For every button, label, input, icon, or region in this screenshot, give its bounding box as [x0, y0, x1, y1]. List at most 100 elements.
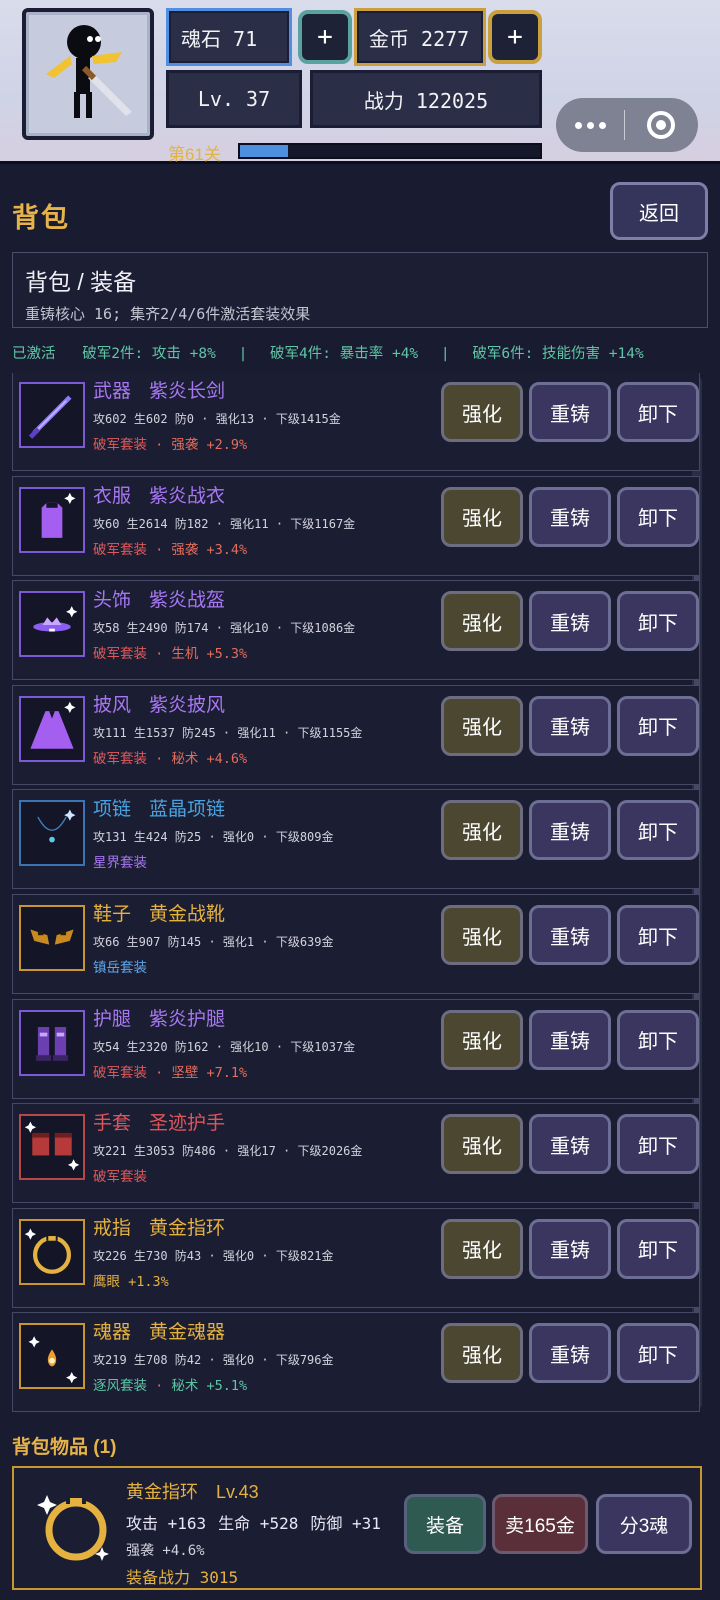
equipment-name: 紫炎战衣: [149, 485, 226, 507]
set-effect-2: 破军2件: 攻击 +8%: [82, 346, 216, 362]
unequip-button[interactable]: 卸下: [617, 382, 699, 442]
equipment-bonus: 坚壁 +7.1%: [171, 1064, 248, 1081]
necklace-icon: [19, 800, 85, 867]
avatar[interactable]: [22, 8, 154, 140]
equipment-stats: 攻219 生708 防42 · 强化0 · 下级796金: [93, 1353, 334, 1368]
enhance-button[interactable]: 强化: [441, 1323, 523, 1384]
unequip-button[interactable]: 卸下: [617, 1009, 699, 1070]
equipment-row[interactable]: 衣服 紫炎战衣攻60 生2614 防182 · 强化11 · 下级1167金破军套…: [12, 475, 700, 576]
stat-attack: 攻击 +163: [126, 1514, 207, 1533]
equipment-row[interactable]: 项链 蓝晶项链 攻131 生424 防25 · 强化0 · 下级809金 星界套装 强化…: [12, 789, 700, 890]
boots-icon: [19, 905, 85, 971]
inventory-title: 背包物品 (1): [12, 1437, 117, 1458]
add-soul-stone-button[interactable]: +: [298, 10, 352, 64]
unequip-button[interactable]: 卸下: [617, 486, 699, 547]
equipment-set: 破军套装: [93, 1064, 147, 1081]
enhance-button[interactable]: 强化: [441, 905, 523, 965]
reforge-button[interactable]: 重铸: [529, 382, 611, 442]
separator-dot: ·: [147, 1378, 172, 1395]
top-status-bar: 魂石 71 + 金币 2277 + Lv. 37 战力 122025 第61关: [0, 0, 720, 164]
equipment-row[interactable]: 护腿 紫炎护腿 攻54 生2320 防162 · 强化10 · 下级1037金 破军套…: [12, 998, 700, 1099]
gloves-icon: [19, 1114, 85, 1181]
leggings-icon: [19, 1009, 85, 1076]
equipment-bonus: 秘术 +5.1%: [171, 1378, 248, 1395]
equipment-slot: 衣服: [93, 485, 132, 507]
unequip-button[interactable]: 卸下: [617, 800, 699, 861]
unequip-button[interactable]: 卸下: [617, 1114, 699, 1175]
back-button[interactable]: 返回: [610, 182, 708, 240]
equipment-slot: 武器: [93, 381, 132, 402]
equipment-info: 鞋子 黄金战靴 攻66 生907 防145 · 强化1 · 下级639金 镇岳套装: [93, 899, 433, 976]
inventory-item-stats: 攻击 +163 生命 +528 防御 +31: [126, 1510, 393, 1534]
equipment-name-line: 项链 蓝晶项链: [93, 794, 433, 821]
equipment-name-line: 披风 紫炎披风: [93, 690, 433, 717]
reforge-button[interactable]: 重铸: [529, 905, 611, 965]
equipment-info: 衣服 紫炎战衣攻60 生2614 防182 · 强化11 · 下级1167金破军套…: [93, 481, 433, 558]
page-title: 背包: [12, 203, 70, 233]
active-label: 已激活: [12, 346, 56, 362]
set-effect-6: 破军6件: 技能伤害 +14%: [472, 346, 644, 362]
equipment-name-line: 护腿 紫炎护腿: [93, 1004, 433, 1031]
enhance-button[interactable]: 强化: [441, 695, 523, 756]
equipment-row[interactable]: 戒指 黄金指环 攻226 生730 防43 · 强化0 · 下级821金 鹰眼 +1.…: [12, 1207, 700, 1308]
inventory-item-name: 黄金指环: [126, 1482, 198, 1502]
equipment-name-line: 鞋子 黄金战靴: [93, 899, 433, 926]
reforge-button[interactable]: 重铸: [529, 1218, 611, 1279]
reforge-button[interactable]: 重铸: [529, 695, 611, 756]
equipment-row[interactable]: 手套 圣迹护手 攻221 生3053 防486 · 强化17 · 下级2026金 破军…: [12, 1103, 700, 1204]
equipment-slot: 手套: [93, 1113, 132, 1135]
soul-stone-label: 魂石 71: [181, 26, 258, 51]
reforge-button[interactable]: 重铸: [529, 800, 611, 861]
equipment-slot: 披风: [93, 694, 132, 716]
enhance-button[interactable]: 强化: [441, 1114, 523, 1175]
equipment-bonus: 生机 +5.3%: [171, 646, 248, 663]
inventory-item-card[interactable]: 黄金指环 Lv.43 攻击 +163 生命 +528 防御 +31 强袭 +4.6% …: [12, 1466, 702, 1590]
add-gold-button[interactable]: +: [488, 10, 542, 64]
equipment-bonus: 强袭 +2.9%: [171, 437, 248, 453]
unequip-button[interactable]: 卸下: [617, 905, 699, 965]
equipment-name-line: 戒指 黄金指环: [93, 1213, 433, 1240]
equipment-info: 披风 紫炎披风攻111 生1537 防245 · 强化11 · 下级1155金破军…: [93, 690, 433, 767]
equipment-row[interactable]: 鞋子 黄金战靴 攻66 生907 防145 · 强化1 · 下级639金 镇岳套装 强化…: [12, 894, 700, 994]
equipment-stats: 攻602 生602 防0 · 强化13 · 下级1415金: [93, 412, 341, 426]
soul-orb-icon: [19, 1323, 85, 1390]
reforge-button[interactable]: 重铸: [529, 1114, 611, 1175]
enhance-button[interactable]: 强化: [441, 1009, 523, 1070]
equipment-row[interactable]: 魂器 黄金魂器 攻219 生708 防42 · 强化0 · 下级796金 逐风套装 ·…: [12, 1312, 700, 1413]
enhance-button[interactable]: 强化: [441, 800, 523, 861]
unequip-button[interactable]: 卸下: [617, 591, 699, 652]
enhance-button[interactable]: 强化: [441, 591, 523, 652]
equipment-name: 紫炎长剑: [149, 381, 226, 402]
more-menu-icon[interactable]: [556, 121, 624, 129]
set-effect-4: 破军4件: 暴击率 +4%: [270, 346, 419, 362]
reforge-button[interactable]: 重铸: [529, 591, 611, 652]
enhance-button[interactable]: 强化: [441, 486, 523, 547]
equipment-row[interactable]: 头饰 紫炎战盔 攻58 生2490 防174 · 强化10 · 下级1086金 破军套…: [12, 580, 700, 681]
stickman-hero-icon: [46, 25, 132, 118]
decompose-button[interactable]: 分3魂: [596, 1494, 692, 1554]
equipment-stats: 攻221 生3053 防486 · 强化17 · 下级2026金: [93, 1144, 363, 1159]
equipment-stats: 攻60 生2614 防182 · 强化11 · 下级1167金: [93, 516, 356, 531]
reforge-button[interactable]: 重铸: [529, 1009, 611, 1070]
reforge-button[interactable]: 重铸: [529, 486, 611, 547]
equip-button[interactable]: 装备: [404, 1494, 486, 1554]
level-label: Lv. 37: [197, 87, 271, 111]
close-mini-program-icon[interactable]: [625, 111, 697, 139]
reforge-button[interactable]: 重铸: [529, 1323, 611, 1384]
enhance-button[interactable]: 强化: [441, 1218, 523, 1279]
unequip-button[interactable]: 卸下: [617, 695, 699, 756]
equipment-row[interactable]: 武器 紫炎长剑 攻602 生602 防0 · 强化13 · 下级1415金 破军套装 …: [12, 373, 700, 471]
sell-button[interactable]: 卖165金: [492, 1494, 588, 1554]
equipment-row[interactable]: 披风 紫炎披风攻111 生1537 防245 · 强化11 · 下级1155金破军…: [12, 684, 700, 785]
equipment-name: 黄金魂器: [149, 1322, 226, 1344]
equipment-name: 黄金战靴: [149, 904, 226, 925]
breadcrumb-panel: 背包 / 装备 重铸核心 16; 集齐2/4/6件激活套装效果: [12, 252, 708, 328]
equipment-set-line: 破军套装 · 秘术 +4.6%: [93, 747, 433, 767]
equipment-stats: 攻111 生1537 防245 · 强化11 · 下级1155金: [93, 725, 363, 740]
unequip-button[interactable]: 卸下: [617, 1218, 699, 1279]
equipment-name-line: 魂器 黄金魂器: [93, 1317, 433, 1344]
unequip-button[interactable]: 卸下: [617, 1323, 699, 1384]
enhance-button[interactable]: 强化: [441, 382, 523, 442]
divider: |: [440, 346, 450, 362]
equipment-set-line: 破军套装 · 强袭 +3.4%: [93, 538, 433, 558]
